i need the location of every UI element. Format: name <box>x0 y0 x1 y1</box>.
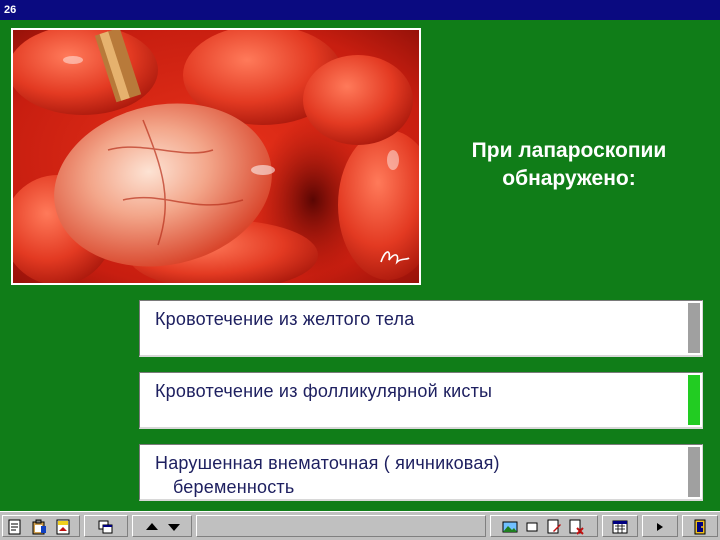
question-line-2: обнаружено: <box>502 167 636 190</box>
notes-icon[interactable] <box>6 518 24 536</box>
landscape-image-icon[interactable] <box>501 518 519 536</box>
toolbar-group-calendar <box>602 515 638 537</box>
answer-option-2-text: Кровотечение из фолликулярной кисты <box>155 379 675 403</box>
window-icon[interactable] <box>523 518 541 536</box>
toolbar-group-forward <box>642 515 678 537</box>
toolbar-spacer <box>196 515 486 537</box>
toolbar-group-pages <box>490 515 598 537</box>
clipboard-icon[interactable] <box>30 518 48 536</box>
calendar-icon[interactable] <box>611 518 629 536</box>
arrow-down-icon[interactable] <box>165 518 183 536</box>
answer-option-3-line-1: Нарушенная внематочная ( яичниковая) <box>155 453 500 473</box>
answer-option-2-line-1: Кровотечение из фолликулярной кисты <box>155 381 493 401</box>
answer-option-1-line-1: Кровотечение из желтого тела <box>155 309 415 329</box>
window-title: 26 <box>4 4 17 16</box>
answer-option-2[interactable]: Кровотечение из фолликулярной кисты <box>139 372 703 429</box>
answer-option-3[interactable]: Нарушенная внематочная ( яичниковая) бер… <box>139 444 703 501</box>
question-text: При лапароскопии обнаружено: <box>438 137 700 193</box>
laparoscopy-photo <box>11 28 421 285</box>
toolbar-group-windows <box>84 515 128 537</box>
answer-option-3-text: Нарушенная внематочная ( яичниковая) бер… <box>155 451 675 499</box>
play-right-icon[interactable] <box>651 518 669 536</box>
page-delete-icon[interactable] <box>567 518 585 536</box>
answer-option-1[interactable]: Кровотечение из желтого тела <box>139 300 703 357</box>
arrow-up-icon[interactable] <box>143 518 161 536</box>
exit-door-icon[interactable] <box>691 518 709 536</box>
answer-option-1-text: Кровотечение из желтого тела <box>155 307 675 331</box>
toolbar-group-exit <box>682 515 718 537</box>
title-bar: 26 <box>0 0 720 20</box>
answer-option-3-line-2: беременность <box>173 477 295 497</box>
bottom-toolbar <box>0 511 720 540</box>
page-edit-icon[interactable] <box>545 518 563 536</box>
answer-option-3-indicator <box>688 447 700 497</box>
toolbar-group-documents <box>2 515 80 537</box>
windows-icon[interactable] <box>97 518 115 536</box>
question-line-1: При лапароскопии <box>471 139 667 162</box>
slide-stage: При лапароскопии обнаружено: Кровотечени… <box>0 20 720 511</box>
answer-option-2-indicator <box>688 375 700 425</box>
toolbar-group-navigation <box>132 515 192 537</box>
answer-option-1-indicator <box>688 303 700 353</box>
bookmark-icon[interactable] <box>54 518 72 536</box>
